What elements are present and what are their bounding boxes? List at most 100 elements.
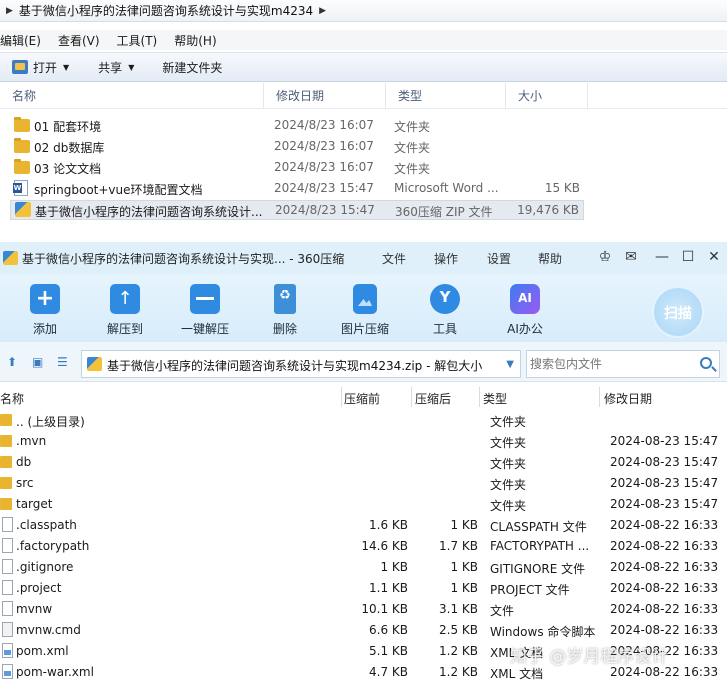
menu-operation[interactable]: 操作 [434,250,458,267]
file-date: 2024/8/23 16:07 [274,160,374,174]
archive-search-input[interactable] [527,351,687,377]
folder-icon [0,435,12,447]
menu-view[interactable]: 查看(V) [58,32,100,49]
column-header-size[interactable]: 大小 [506,82,588,109]
archive-entry-row[interactable]: .gitignore 1 KB 1 KB GITIGNORE 文件 2024-08-22… [0,557,727,578]
archive-entry-row[interactable]: mvnw.cmd 6.6 KB 2.5 KB Windows 命令脚本 2024-08-… [0,620,727,641]
breadcrumb-chevron-icon[interactable]: ▶ [6,6,13,16]
archive-entry-row[interactable]: .. (上级目录) 文件夹 [0,410,727,431]
zip-archive-icon [15,202,31,217]
folder-icon [0,456,12,468]
delete-label: 删除 [272,322,297,336]
address-bar[interactable]: ▶ 基于微信小程序的法律问题咨询系统设计与实现m4234 ▶ [0,0,727,22]
entry-name: .factorypath [16,539,90,553]
breadcrumb-current-folder[interactable]: 基于微信小程序的法律问题咨询系统设计与实现m4234 [19,2,313,19]
folder-icon [14,138,30,153]
archive-entry-row[interactable]: db 文件夹 2024-08-23 15:47 [0,452,727,473]
column-header-name[interactable]: 名称 [0,390,24,407]
file-row[interactable]: 02 db数据库 2024/8/23 16:07 文件夹 [10,137,584,157]
archive-entry-row[interactable]: .classpath 1.6 KB 1 KB CLASSPATH 文件 2024-08-… [0,515,727,536]
up-arrow-icon[interactable]: ⬆ [7,356,21,368]
file-row[interactable]: 01 配套环境 2024/8/23 16:07 文件夹 [10,116,584,136]
entry-type: 文件夹 [490,457,527,471]
file-type: 文件夹 [394,120,431,134]
file-row[interactable]: springboot+vue环境配置文档 2024/8/23 15:47 Mic… [10,179,584,199]
column-header-name[interactable]: 名称 [0,82,264,109]
entry-packed-size: 5.1 KB [369,644,408,658]
file-list-header: 名称 修改日期 类型 大小 [0,82,727,109]
zip-archive-window: 基于微信小程序的法律问题咨询系统设计与实现... - 360压缩 文件 操作 设… [0,242,727,684]
scan-button[interactable]: 扫描 [652,286,704,338]
menu-bar: 编辑(E) 查看(V) 工具(T) 帮助(H) [0,30,727,50]
delete-button[interactable]: 删除 [248,284,322,337]
entry-name: .classpath [16,518,77,532]
column-divider[interactable] [479,387,480,407]
ai-office-button[interactable]: AI办公 [488,284,562,337]
file-icon [2,580,13,595]
folder-icon [14,117,30,132]
menu-edit[interactable]: 编辑(E) [0,32,41,49]
archive-entry-row[interactable]: src 文件夹 2024-08-23 15:47 [0,473,727,494]
menu-tools[interactable]: 工具(T) [117,32,158,49]
file-icon [2,601,13,616]
archive-entry-row[interactable]: .factorypath 14.6 KB 1.7 KB FACTORYPATH ...… [0,536,727,557]
column-header-date[interactable]: 修改日期 [264,82,386,109]
archive-entry-row[interactable]: mvnw 10.1 KB 3.1 KB 文件 2024-08-22 16:33 [0,599,727,620]
new-folder-button[interactable]: 新建文件夹 [162,55,222,79]
column-divider[interactable] [599,387,600,407]
entry-packed-size: 14.6 KB [361,539,408,553]
search-icon[interactable] [700,357,712,369]
add-button[interactable]: 添加 [8,284,82,337]
feedback-icon[interactable]: ✉ [622,248,640,266]
tools-button[interactable]: 工具 [408,284,482,337]
ai-office-icon [510,284,540,314]
menu-file[interactable]: 文件 [382,250,406,267]
ai-office-label: AI办公 [507,322,543,336]
column-divider[interactable] [341,387,342,407]
column-divider[interactable] [411,387,412,407]
file-name: springboot+vue环境配置文档 [34,183,203,197]
share-label: 共享 [98,60,123,75]
zip-window-title: 基于微信小程序的法律问题咨询系统设计与实现... - 360压缩 [22,252,345,266]
column-header-type[interactable]: 类型 [483,390,507,407]
image-compress-button[interactable]: 图片压缩 [328,284,402,337]
open-button[interactable]: 打开 ▼ [12,55,69,79]
menu-help[interactable]: 帮助 [538,250,562,267]
entry-name: mvnw.cmd [16,623,81,637]
column-header-date[interactable]: 修改日期 [604,390,652,407]
column-header-type[interactable]: 类型 [386,82,506,109]
file-size: 19,476 KB [517,203,579,217]
minimize-icon[interactable]: — [653,248,671,266]
chevron-down-icon[interactable]: ▼ [506,359,514,370]
column-header-compressed-size[interactable]: 压缩后 [415,390,451,407]
word-doc-icon [13,180,28,196]
xml-file-icon [2,643,13,658]
archive-search-box[interactable] [526,350,720,378]
archive-entry-row[interactable]: .project 1.1 KB 1 KB PROJECT 文件 2024-08-22 1… [0,578,727,599]
archive-list-header: 名称 压缩前 压缩后 类型 修改日期 [0,387,727,407]
one-click-extract-button[interactable]: 一键解压 [168,284,242,337]
skin-icon[interactable]: ♔ [596,248,614,266]
entry-compressed-size: 1.7 KB [439,539,478,553]
column-header-packed-size[interactable]: 压缩前 [344,390,380,407]
share-button[interactable]: 共享 ▼ [98,55,134,79]
thumbnail-view-icon[interactable]: ▣ [32,356,46,368]
tools-label: 工具 [432,322,457,336]
archive-entry-row[interactable]: target 文件夹 2024-08-23 15:47 [0,494,727,515]
extract-to-label: 解压到 [106,322,143,336]
close-icon[interactable]: ✕ [705,248,723,266]
archive-path-field[interactable]: 基于微信小程序的法律问题咨询系统设计与实现m4234.zip - 解包大小 ▼ [81,350,521,378]
menu-help[interactable]: 帮助(H) [174,32,216,49]
extract-to-button[interactable]: 解压到 [88,284,162,337]
entry-type: 文件夹 [490,415,527,429]
file-row-selected[interactable]: 基于微信小程序的法律问题咨询系统设计... 2024/8/23 15:47 36… [10,200,584,220]
file-row[interactable]: 03 论文文档 2024/8/23 16:07 文件夹 [10,158,584,178]
menu-settings[interactable]: 设置 [487,250,511,267]
maximize-icon[interactable]: ☐ [679,248,697,266]
delete-icon [274,284,296,314]
archive-entry-row[interactable]: .mvn 文件夹 2024-08-23 15:47 [0,431,727,452]
list-view-icon[interactable]: ☰ [57,356,71,368]
breadcrumb-chevron-icon[interactable]: ▶ [319,6,326,16]
one-click-extract-label: 一键解压 [180,322,229,336]
entry-compressed-size: 1 KB [450,581,478,595]
